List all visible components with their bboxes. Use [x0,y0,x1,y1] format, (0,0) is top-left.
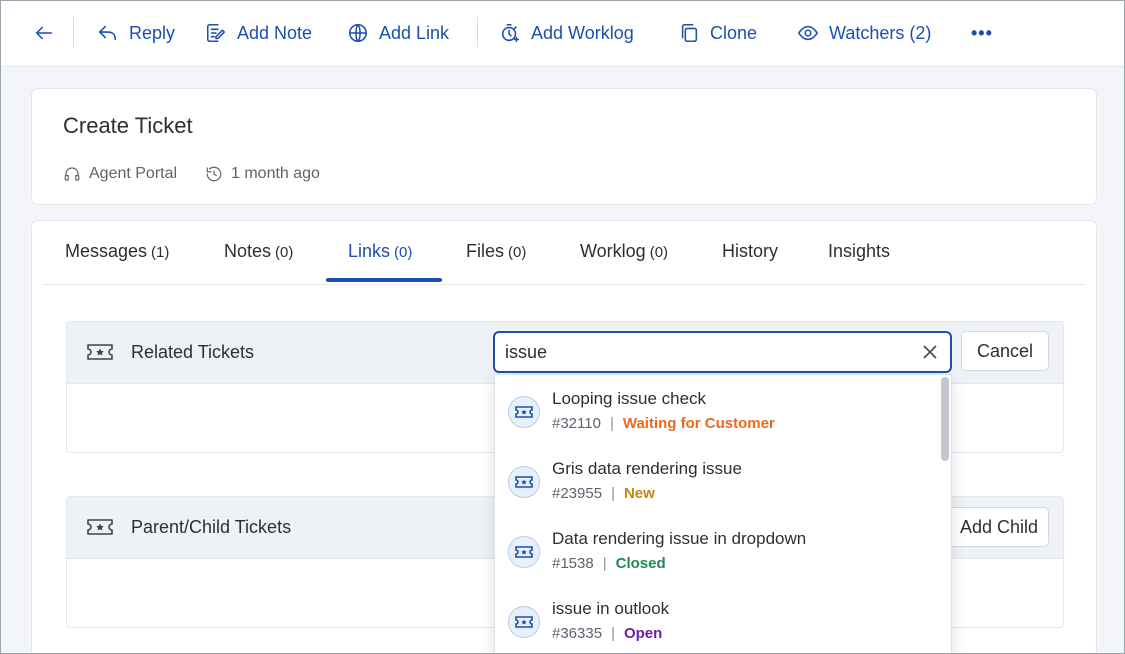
tab-count: (0) [508,244,527,261]
history-icon [206,166,222,182]
ticket-search-input[interactable] [505,339,905,365]
add-link-label: Add Link [379,22,450,43]
result-status: New [623,485,655,502]
result-id: #36335 [552,625,603,642]
tab-notes[interactable]: Notes (0) [224,241,293,262]
reply-icon [98,25,117,41]
watchers-label: Watchers (2) [829,22,932,43]
action-toolbar: Reply Add Note Add Link Add Worklog Clon… [1,1,1124,67]
add-worklog-label: Add Worklog [531,22,634,43]
result-id: #1538 [552,555,594,572]
toolbar-divider [477,17,478,47]
search-results-dropdown: Looping issue check #32110 | Waiting for C… [494,374,952,653]
tab-count: (0) [394,244,413,261]
globe-icon [348,23,368,43]
add-link-button[interactable]: Add Link [347,1,449,65]
dropdown-scrollbar[interactable] [941,377,949,461]
tab-label: Insights [828,241,891,261]
add-note-button[interactable]: Add Note [205,1,312,65]
headset-icon [64,167,80,181]
ticket-icon [508,396,540,428]
parent-child-title: Parent/Child Tickets [131,517,292,537]
result-meta: #36335 | Open [552,625,663,642]
tab-messages[interactable]: Messages (1) [65,241,169,262]
toolbar-divider [73,17,74,47]
reply-button[interactable]: Reply [97,1,175,65]
tab-files[interactable]: Files (0) [466,241,526,262]
result-status: Waiting for Customer [622,415,775,432]
add-child-label: Add Child [959,516,1039,537]
ticket-icon [508,606,540,638]
ticket-time: 1 month ago [205,165,320,183]
copy-icon [681,23,698,43]
tab-label: Files [466,241,505,261]
tab-label: Messages [65,241,148,261]
eye-icon [798,25,818,41]
ticket-source-label: Agent Portal [89,165,178,182]
result-meta: #32110 | Waiting for Customer [552,415,775,432]
tab-history[interactable]: History [722,241,778,262]
tab-label: Links [348,241,391,261]
tab-count: (0) [275,244,294,261]
result-title: Gris data rendering issue [552,459,742,478]
search-result-item[interactable]: Looping issue check #32110 | Waiting for C… [495,375,935,445]
ticket-time-label: 1 month ago [231,165,320,182]
search-result-item[interactable]: Gris data rendering issue #23955 | New [495,445,935,515]
tab-links[interactable]: Links (0) [348,241,412,262]
search-result-item[interactable]: Data rendering issue in dropdown #1538 | C… [495,515,935,585]
result-status: Closed [615,555,666,572]
note-edit-icon [206,23,226,43]
search-result-item[interactable]: issue in outlook #36335 | Open [495,585,935,653]
more-options-button[interactable]: ••• [971,1,993,65]
add-worklog-button[interactable]: Add Worklog [499,1,634,65]
ticket-source: Agent Portal [63,165,177,183]
ticket-icon [87,341,113,368]
watchers-button[interactable]: Watchers (2) [797,1,931,65]
more-dots-icon: ••• [971,22,993,43]
back-button[interactable] [33,1,55,65]
result-meta: #23955 | New [552,485,655,502]
result-meta: #1538 | Closed [552,555,666,572]
result-id: #23955 [552,485,603,502]
stopwatch-icon [501,23,520,43]
ticket-title: Create Ticket [63,113,193,138]
result-title: Looping issue check [552,389,707,408]
active-tab-indicator [326,278,442,282]
tab-label: Worklog [580,241,646,261]
clone-button[interactable]: Clone [678,1,757,65]
ticket-icon [508,536,540,568]
tab-count: (0) [649,244,669,261]
tab-label: Notes [224,241,272,261]
clear-icon[interactable] [922,344,938,360]
tab-bar: Messages (1) Notes (0) Links (0) Files (0) W… [42,221,1086,285]
ticket-search-box[interactable] [493,331,952,373]
ticket-header-card: Create Ticket Agent Portal 1 month ago [31,88,1097,205]
cancel-button[interactable]: Cancel [961,331,1049,371]
add-note-label: Add Note [237,22,313,43]
result-status: Open [623,625,663,642]
tab-insights[interactable]: Insights [828,241,890,262]
app-window: Reply Add Note Add Link Add Worklog Clon… [0,0,1125,654]
result-title: Data rendering issue in dropdown [552,529,807,548]
clone-label: Clone [710,22,758,43]
ticket-icon [508,466,540,498]
tab-worklog[interactable]: Worklog (0) [580,241,668,262]
cancel-label: Cancel [976,340,1034,361]
tab-count: (1) [151,244,170,261]
reply-label: Reply [129,22,176,43]
result-id: #32110 [552,415,601,432]
result-title: issue in outlook [552,599,670,618]
arrow-left-icon [35,26,53,40]
tab-label: History [722,241,779,261]
ticket-icon [87,516,113,543]
related-tickets-title: Related Tickets [131,342,255,362]
